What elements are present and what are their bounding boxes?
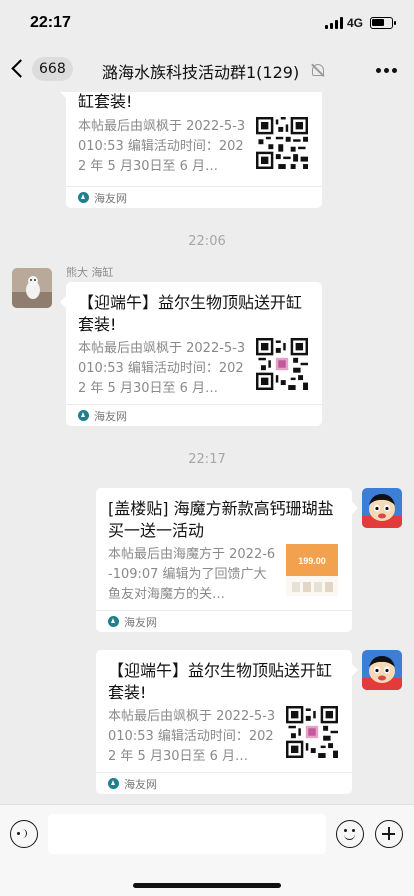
card-description: 本帖最后由海魔方于 2022-6-109:07 编辑为了回馈广大鱼友对海魔方的关… <box>108 547 276 602</box>
source-app-icon <box>108 616 119 627</box>
network-label: 4G <box>347 16 364 30</box>
message-list[interactable]: 缸套装! 本帖最后由飒枫于 2022-5-3010:53 编辑活动时间：2022… <box>0 92 414 804</box>
chat-header: 668 潞海水族科技活动群1(129) <box>0 48 414 92</box>
chat-title: 潞海水族科技活动群1(129) <box>102 63 300 82</box>
card-footer: 海友网 <box>66 186 322 208</box>
card-title: [盖楼贴] 海魔方新款高钙珊瑚盐买一送一活动 <box>108 499 334 540</box>
mute-bell-icon <box>312 64 324 76</box>
link-card-message[interactable]: 【迎端午】益尔生物顶贴送开缸套装! 本帖最后由飒枫于 2022-5-3010:5… <box>96 650 358 794</box>
plus-icon[interactable] <box>375 820 403 848</box>
qr-code-image <box>286 706 338 758</box>
home-indicator <box>133 883 281 888</box>
card-description: 本帖最后由飒枫于 2022-5-3010:53 编辑活动时间：2022 年 5 … <box>78 119 246 174</box>
source-app-icon <box>78 192 89 203</box>
promo-price: 199.00 <box>298 556 326 566</box>
qr-code-image <box>256 338 308 390</box>
card-source: 海友网 <box>124 616 157 629</box>
card-footer: 海友网 <box>66 404 322 426</box>
time-divider: 22:06 <box>188 234 226 249</box>
card-title: 【迎端午】益尔生物顶贴送开缸套装! <box>108 661 333 702</box>
signal-icon <box>325 17 343 29</box>
card-footer: 海友网 <box>96 772 352 794</box>
message-input[interactable] <box>48 814 326 854</box>
status-bar: 22:17 4G <box>0 0 414 48</box>
sender-name: 熊大 海缸 <box>66 266 114 279</box>
time-divider: 22:17 <box>188 452 226 467</box>
card-title: 【迎端午】益尔生物顶贴送开缸套装! <box>78 293 303 334</box>
avatar-image <box>362 650 402 690</box>
link-card-message[interactable]: [盖楼贴] 海魔方新款高钙珊瑚盐买一送一活动 本帖最后由海魔方于 2022-6-… <box>96 488 358 632</box>
battery-icon <box>370 17 396 29</box>
card-source: 海友网 <box>94 410 127 423</box>
avatar[interactable] <box>12 268 52 308</box>
emoji-icon[interactable] <box>336 820 364 848</box>
back-button[interactable]: 668 <box>11 56 78 84</box>
source-app-icon <box>108 778 119 789</box>
card-footer: 海友网 <box>96 610 352 632</box>
my-avatar[interactable] <box>362 488 402 528</box>
my-avatar[interactable] <box>362 650 402 690</box>
card-source: 海友网 <box>94 192 127 205</box>
avatar-image <box>12 268 52 308</box>
avatar-image <box>362 488 402 528</box>
promo-image: 199.00 <box>286 544 338 596</box>
card-source: 海友网 <box>124 778 157 791</box>
voice-icon[interactable] <box>10 820 38 848</box>
source-app-icon <box>78 410 89 421</box>
qr-code-image <box>256 117 308 169</box>
link-card-message[interactable]: 【迎端午】益尔生物顶贴送开缸套装! 本帖最后由飒枫于 2022-5-3010:5… <box>60 282 322 426</box>
card-title: 缸套装! <box>78 92 133 111</box>
link-card-message[interactable]: 缸套装! 本帖最后由飒枫于 2022-5-3010:53 编辑活动时间：2022… <box>60 92 322 208</box>
card-description: 本帖最后由飒枫于 2022-5-3010:53 编辑活动时间：2022 年 5 … <box>108 709 276 764</box>
unread-count-badge: 668 <box>32 57 73 81</box>
chevron-left-icon <box>11 59 30 78</box>
card-description: 本帖最后由飒枫于 2022-5-3010:53 编辑活动时间：2022 年 5 … <box>78 341 246 396</box>
status-time: 22:17 <box>30 14 71 31</box>
more-dots-icon[interactable] <box>376 68 398 73</box>
